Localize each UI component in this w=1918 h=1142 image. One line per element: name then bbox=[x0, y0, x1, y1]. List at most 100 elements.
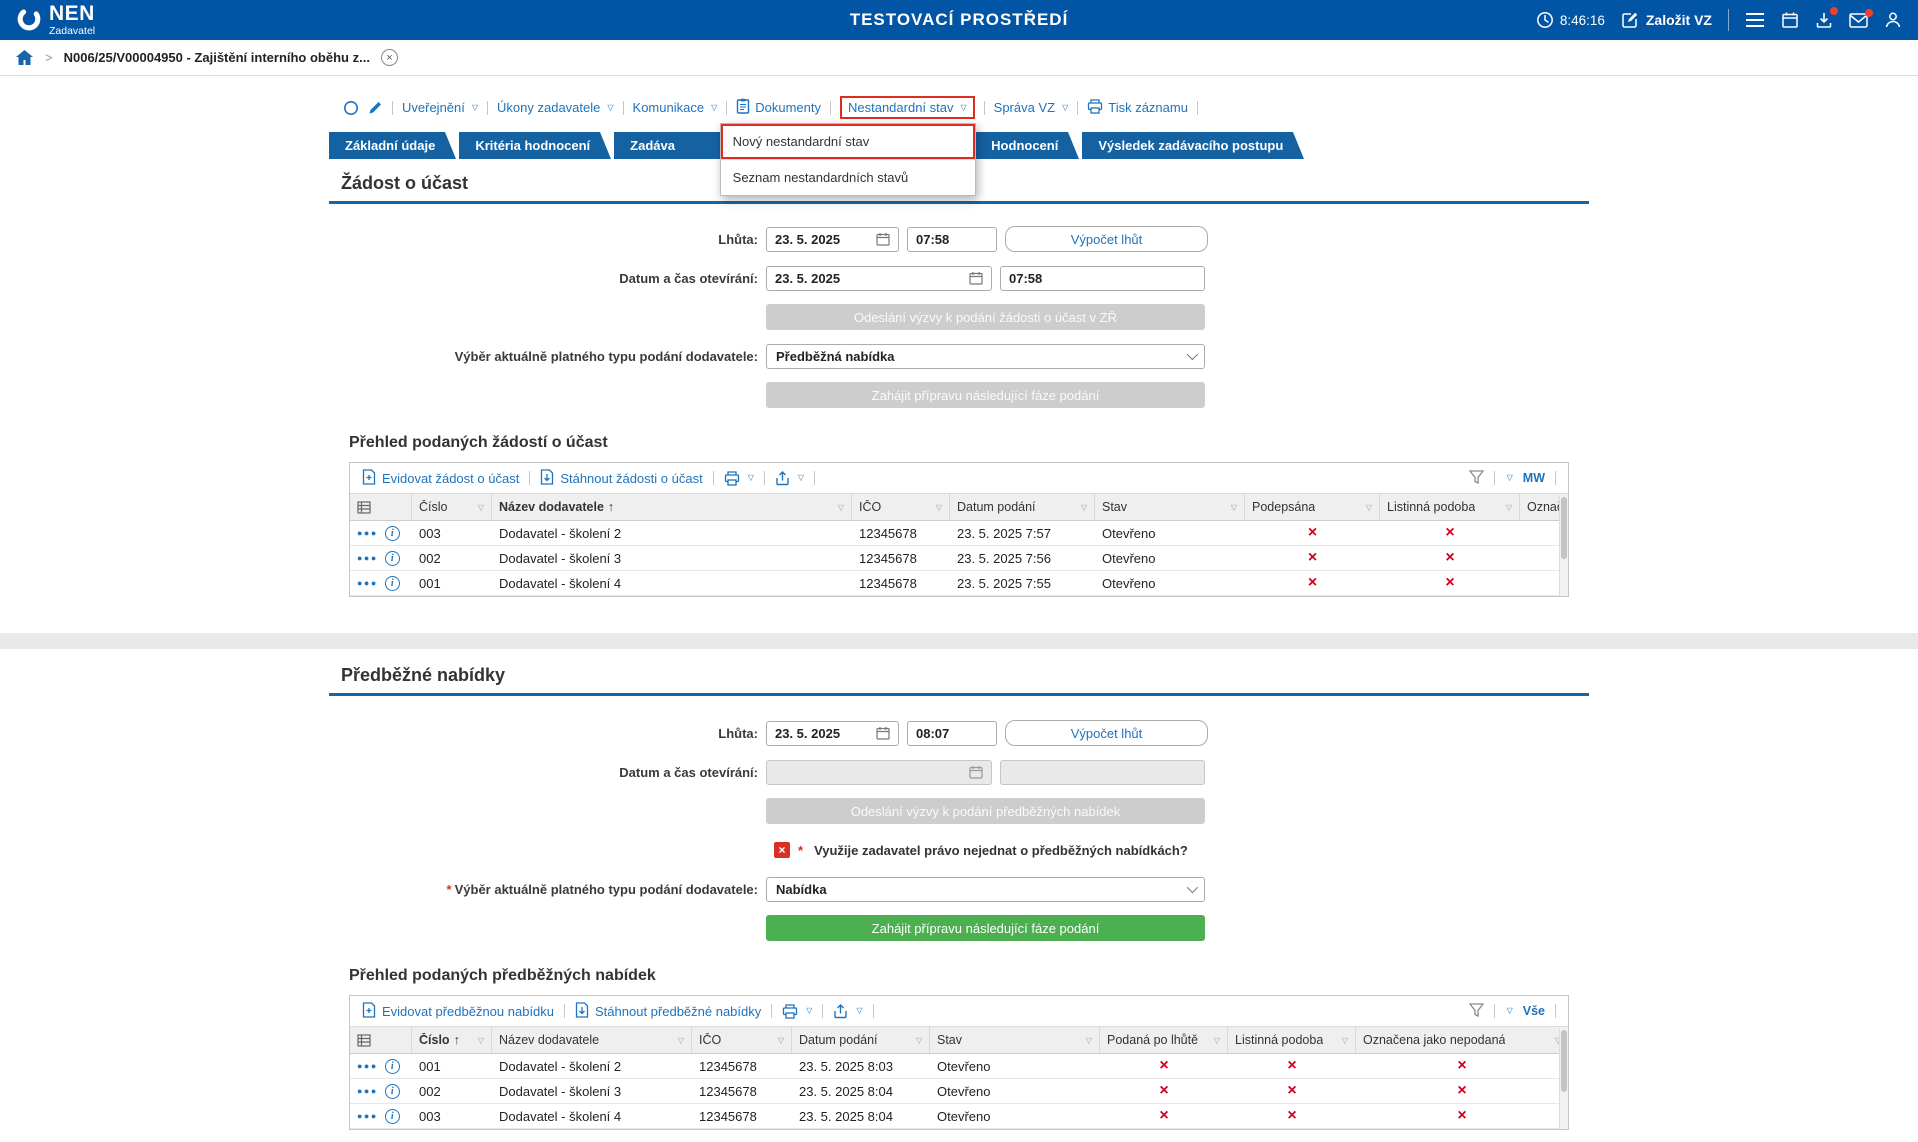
filter-caret-icon[interactable] bbox=[474, 1036, 484, 1045]
scrollbar-thumb[interactable] bbox=[1561, 1030, 1567, 1092]
view-preset-label[interactable]: Vše bbox=[1523, 1004, 1545, 1018]
column-listinna-podoba[interactable]: Listinná podoba bbox=[1380, 494, 1520, 520]
odeslani-vyzvy-button[interactable]: Odeslání výzvy k podání předběžných nabí… bbox=[766, 798, 1205, 824]
print-table-button[interactable] bbox=[724, 470, 754, 486]
vyber-typu-select[interactable]: Nabídka bbox=[766, 876, 1205, 902]
scrollbar-thumb[interactable] bbox=[1561, 497, 1567, 559]
oteviani-date-field[interactable]: 23. 5. 2025 bbox=[766, 265, 992, 291]
menu-icon[interactable] bbox=[1745, 12, 1765, 28]
info-icon[interactable] bbox=[384, 550, 400, 566]
view-preset-label[interactable]: MW bbox=[1523, 471, 1545, 485]
cmd-ukony-zadavatele[interactable]: Úkony zadavatele bbox=[497, 100, 614, 115]
table-scrollbar[interactable] bbox=[1559, 1028, 1568, 1129]
download-icon[interactable] bbox=[1815, 7, 1838, 29]
close-tab-icon[interactable] bbox=[380, 49, 398, 66]
column-nazev-dodavatele[interactable]: Název dodavatele bbox=[492, 494, 852, 520]
menu-item-seznam-nestandardnich-stavu[interactable]: Seznam nestandardních stavů bbox=[720, 159, 975, 195]
chevron-down-icon[interactable] bbox=[1507, 474, 1513, 482]
filter-icon[interactable] bbox=[1468, 469, 1484, 487]
vypocet-lhut-button[interactable]: Výpočet lhůt bbox=[1005, 720, 1208, 746]
calendar-icon[interactable] bbox=[876, 232, 890, 246]
user-icon[interactable] bbox=[1884, 11, 1902, 29]
info-icon[interactable] bbox=[384, 1108, 400, 1124]
filter-caret-icon[interactable] bbox=[474, 503, 484, 512]
column-stav[interactable]: Stav bbox=[1095, 494, 1245, 520]
zahajit-pripravu-button[interactable]: Zahájit přípravu následující fáze podání bbox=[766, 382, 1205, 408]
calendar-icon[interactable] bbox=[969, 271, 983, 285]
vypocet-lhut-button[interactable]: Výpočet lhůt bbox=[1005, 226, 1208, 252]
column-select-icon[interactable] bbox=[350, 494, 412, 520]
lhuta-date-field[interactable]: 23. 5. 2025 bbox=[766, 720, 899, 746]
refresh-icon[interactable] bbox=[343, 100, 359, 116]
lhuta-date-field[interactable]: 23. 5. 2025 bbox=[766, 226, 899, 252]
column-podana-po-lhute[interactable]: Podaná po lhůtě bbox=[1100, 1027, 1228, 1053]
menu-item-novy-nestandardni-stav[interactable]: Nový nestandardní stav bbox=[720, 124, 975, 159]
column-datum-podani[interactable]: Datum podání bbox=[950, 494, 1095, 520]
export-table-button[interactable] bbox=[775, 470, 804, 486]
filter-caret-icon[interactable] bbox=[834, 503, 844, 512]
tab-kriteria-hodnoceni[interactable]: Kritéria hodnocení bbox=[459, 132, 612, 159]
export-table-button[interactable] bbox=[833, 1003, 862, 1019]
info-icon[interactable] bbox=[384, 525, 400, 541]
create-vz-button[interactable]: Založit VZ bbox=[1621, 11, 1712, 29]
tab-hodnoceni[interactable]: Hodnocení bbox=[975, 132, 1080, 159]
column-nazev-dodavatele[interactable]: Název dodavatele bbox=[492, 1027, 692, 1053]
column-ico[interactable]: IČO bbox=[692, 1027, 792, 1053]
tab-vysledek[interactable]: Výsledek zadávacího postupu bbox=[1082, 132, 1305, 159]
row-menu-icon[interactable] bbox=[357, 528, 378, 538]
nen-logo[interactable]: NEN Zadavatel bbox=[16, 3, 95, 37]
column-datum-podani[interactable]: Datum podání bbox=[792, 1027, 930, 1053]
filter-caret-icon[interactable] bbox=[1362, 503, 1372, 512]
breadcrumb-item[interactable]: N006/25/V00004950 - Zajištění interního … bbox=[64, 50, 370, 65]
info-icon[interactable] bbox=[384, 1083, 400, 1099]
filter-caret-icon[interactable] bbox=[1227, 503, 1237, 512]
filter-caret-icon[interactable] bbox=[774, 1036, 784, 1045]
evidovat-zadost-link[interactable]: Evidovat žádost o účast bbox=[362, 468, 519, 488]
oteviani-time-field[interactable]: 07:58 bbox=[1000, 265, 1205, 291]
stahnout-zadosti-link[interactable]: Stáhnout žádosti o účast bbox=[540, 468, 703, 488]
filter-caret-icon[interactable] bbox=[912, 1036, 922, 1045]
filter-caret-icon[interactable] bbox=[1082, 1036, 1092, 1045]
red-cross-checkbox-icon[interactable] bbox=[774, 842, 790, 858]
cmd-dokumenty[interactable]: Dokumenty bbox=[736, 98, 821, 117]
calendar-icon[interactable] bbox=[1781, 11, 1799, 29]
filter-caret-icon[interactable] bbox=[674, 1036, 684, 1045]
print-table-button[interactable] bbox=[782, 1003, 812, 1019]
cmd-tisk-zaznamu[interactable]: Tisk záznamu bbox=[1087, 98, 1188, 117]
column-stav[interactable]: Stav bbox=[930, 1027, 1100, 1053]
filter-caret-icon[interactable] bbox=[1210, 1036, 1220, 1045]
info-icon[interactable] bbox=[384, 575, 400, 591]
zahajit-pripravu-button[interactable]: Zahájit přípravu následující fáze podání bbox=[766, 915, 1205, 941]
column-cislo[interactable]: Číslo bbox=[412, 494, 492, 520]
column-select-icon[interactable] bbox=[350, 1027, 412, 1053]
cmd-komunikace[interactable]: Komunikace bbox=[633, 100, 718, 115]
column-podepsana[interactable]: Podepsána bbox=[1245, 494, 1380, 520]
tab-zakladni-udaje[interactable]: Základní údaje bbox=[329, 132, 457, 159]
chevron-down-icon[interactable] bbox=[1507, 1007, 1513, 1015]
lhuta-time-field[interactable]: 07:58 bbox=[907, 226, 997, 252]
filter-icon[interactable] bbox=[1468, 1002, 1484, 1020]
calendar-icon[interactable] bbox=[876, 726, 890, 740]
row-menu-icon[interactable] bbox=[357, 578, 378, 588]
pencil-icon[interactable] bbox=[368, 100, 383, 115]
row-menu-icon[interactable] bbox=[357, 1061, 378, 1071]
vyber-typu-select[interactable]: Předběžná nabídka bbox=[766, 343, 1205, 369]
odeslani-vyzvy-button[interactable]: Odeslání výzvy k podání žádosti o účast … bbox=[766, 304, 1205, 330]
home-icon[interactable] bbox=[15, 49, 34, 66]
stahnout-nabidky-link[interactable]: Stáhnout předběžné nabídky bbox=[575, 1001, 761, 1021]
table-scrollbar[interactable] bbox=[1559, 495, 1568, 596]
info-icon[interactable] bbox=[384, 1058, 400, 1074]
row-menu-icon[interactable] bbox=[357, 1111, 378, 1121]
column-ico[interactable]: IČO bbox=[852, 494, 950, 520]
filter-caret-icon[interactable] bbox=[932, 503, 942, 512]
cmd-uverejneni[interactable]: Uveřejnění bbox=[402, 100, 478, 115]
cmd-nestandardni-stav[interactable]: Nestandardní stav Nový nestandardní stav… bbox=[719, 96, 976, 196]
lhuta-time-field[interactable]: 08:07 bbox=[907, 720, 997, 746]
filter-caret-icon[interactable] bbox=[1077, 503, 1087, 512]
column-oznacena-jako-nepodana[interactable]: Označena jako nepodaná bbox=[1356, 1027, 1568, 1053]
row-menu-icon[interactable] bbox=[357, 553, 378, 563]
evidovat-nabidku-link[interactable]: Evidovat předběžnou nabídku bbox=[362, 1001, 554, 1021]
filter-caret-icon[interactable] bbox=[1502, 503, 1512, 512]
filter-caret-icon[interactable] bbox=[1338, 1036, 1348, 1045]
column-cislo[interactable]: Číslo bbox=[412, 1027, 492, 1053]
